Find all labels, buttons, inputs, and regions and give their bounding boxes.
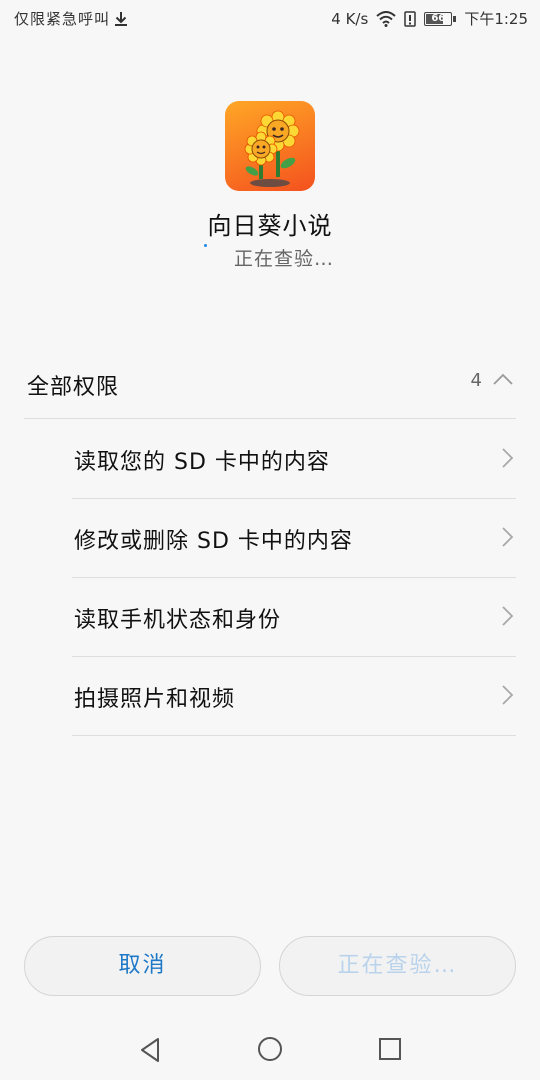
permission-label: 读取手机状态和身份 xyxy=(74,608,282,633)
network-speed: 4 K/s xyxy=(331,9,369,28)
status-bar: 仅限紧急呼叫 4 K/s 66 下午1:25 xyxy=(0,0,540,38)
install-button[interactable]: 正在查验… xyxy=(279,936,516,996)
emergency-calls-text: 仅限紧急呼叫 xyxy=(14,10,111,28)
permission-item[interactable]: 拍摄照片和视频 xyxy=(72,657,516,736)
status-bar-left: 仅限紧急呼叫 xyxy=(14,8,128,29)
chevron-right-icon xyxy=(502,606,514,626)
permission-label: 修改或删除 SD 卡中的内容 xyxy=(74,529,353,554)
clock: 下午1:25 xyxy=(464,10,528,28)
permission-item[interactable]: 修改或删除 SD 卡中的内容 xyxy=(72,499,516,578)
permission-label: 读取您的 SD 卡中的内容 xyxy=(74,450,330,475)
permission-item[interactable]: 读取您的 SD 卡中的内容 xyxy=(72,420,516,499)
alert-icon xyxy=(404,10,417,27)
app-name: 向日葵小说 xyxy=(207,212,333,240)
chevron-right-icon xyxy=(502,685,514,705)
chevron-right-icon xyxy=(502,448,514,468)
home-icon[interactable] xyxy=(257,1036,283,1062)
chevron-up-icon[interactable] xyxy=(492,370,514,390)
verification-status: 正在查验… xyxy=(234,248,335,270)
wifi-icon xyxy=(376,10,396,27)
permission-label: 拍摄照片和视频 xyxy=(74,687,236,712)
battery-icon: 66 xyxy=(424,11,457,26)
permission-item[interactable]: 读取手机状态和身份 xyxy=(72,578,516,657)
download-icon xyxy=(115,11,128,26)
permissions-title: 全部权限 xyxy=(27,375,120,400)
all-permissions-header[interactable]: 全部权限 4 xyxy=(24,360,516,419)
back-icon[interactable] xyxy=(138,1036,162,1064)
navigation-bar xyxy=(0,1020,540,1080)
permissions-count: 4 xyxy=(470,370,482,391)
battery-level: 66 xyxy=(431,12,446,24)
progress-indicator xyxy=(204,244,207,247)
chevron-right-icon xyxy=(502,527,514,547)
recent-apps-icon[interactable] xyxy=(378,1037,402,1061)
sunflower-app-icon xyxy=(225,101,315,191)
status-bar-right: 4 K/s 66 下午1:25 xyxy=(331,8,528,29)
cancel-button[interactable]: 取消 xyxy=(24,936,261,996)
